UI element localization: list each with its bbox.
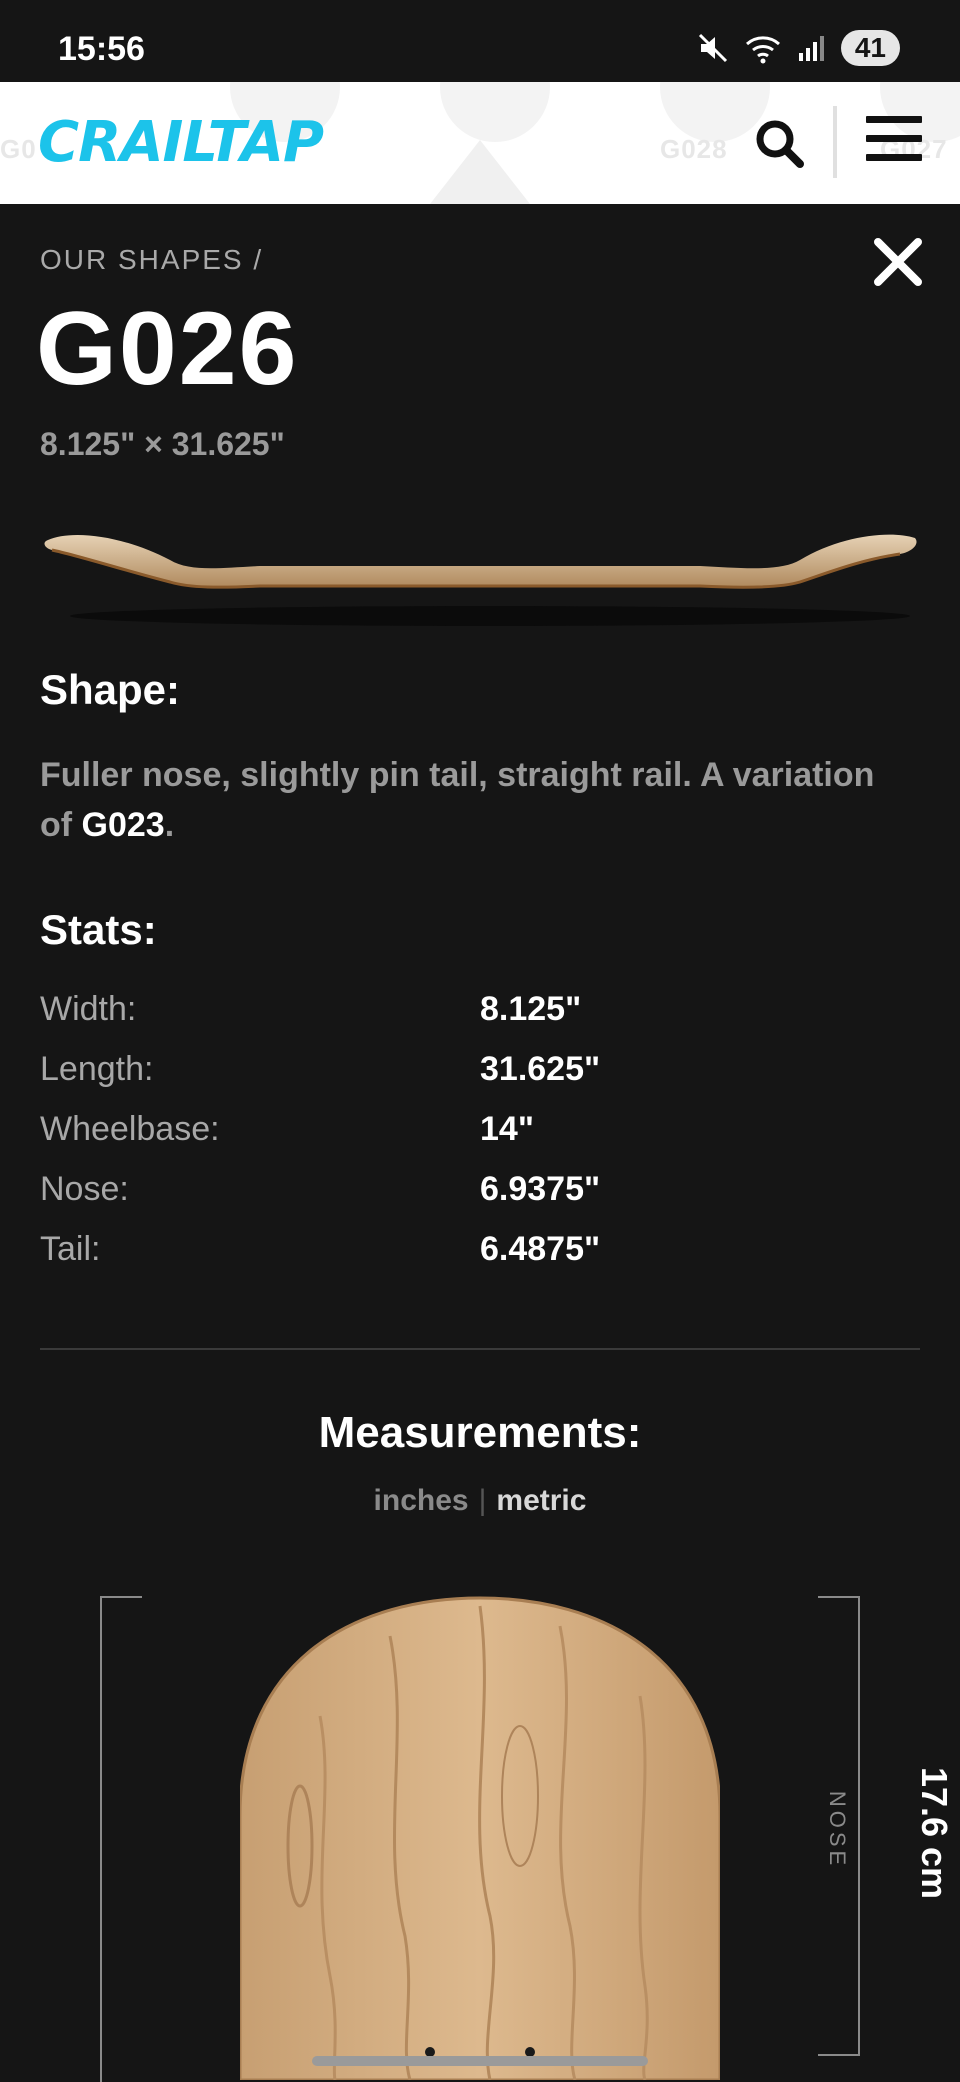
header-pointer [430, 140, 530, 204]
search-button[interactable] [750, 114, 810, 174]
stats-table: Width: 8.125" Length: 31.625" Wheelbase:… [40, 990, 920, 1290]
status-icons: 41 [697, 30, 900, 66]
shape-heading: Shape: [40, 666, 181, 713]
nose-label: NOSE [825, 1790, 850, 1870]
deck-profile-image [44, 534, 917, 626]
deck-dimensions: 8.125" × 31.625" [40, 426, 285, 462]
shape-description: Fuller nose, slightly pin tail, straight… [40, 756, 875, 844]
signal-icon [798, 36, 824, 61]
status-bar: 15:56 41 [0, 0, 960, 82]
stat-row-length: Length: 31.625" [40, 1050, 601, 1088]
deck-top-view-image [240, 1596, 720, 2080]
metric-toggle[interactable]: metric [496, 1484, 586, 1517]
menu-button[interactable] [866, 116, 922, 170]
stat-row-wheelbase: Wheelbase: 14" [40, 1110, 534, 1148]
header-divider [833, 106, 837, 178]
ghost-nav-shape [440, 82, 550, 142]
wifi-icon [745, 36, 780, 64]
nose-measurement-value: 17.6 cm [914, 1766, 955, 1900]
stat-row-width: Width: 8.125" [40, 990, 582, 1028]
stat-row-nose: Nose: 6.9375" [40, 1170, 601, 1208]
home-indicator[interactable] [312, 2056, 648, 2066]
section-divider [40, 1348, 920, 1350]
measurement-bracket-left [100, 1596, 142, 2082]
close-button[interactable] [868, 232, 928, 292]
hamburger-icon [866, 116, 922, 123]
stat-row-tail: Tail: 6.4875" [40, 1230, 601, 1268]
ghost-tab-prev[interactable]: G0 [0, 134, 37, 165]
ghost-tab-g028[interactable]: G028 [660, 134, 728, 165]
battery-indicator: 41 [840, 30, 900, 66]
mute-icon [698, 33, 727, 63]
crailtap-logo[interactable]: CRAILTAP [38, 110, 324, 175]
measurements-heading: Measurements: [318, 1408, 642, 1457]
stats-heading: Stats: [40, 906, 157, 953]
inches-toggle[interactable]: inches [374, 1484, 469, 1517]
unit-toggle: inches | metric [373, 1484, 587, 1517]
close-icon [874, 238, 922, 286]
page-title: G026 [36, 291, 299, 407]
related-shape-link[interactable]: G023 [82, 806, 165, 844]
search-icon [756, 120, 804, 168]
status-time: 15:56 [58, 30, 145, 68]
breadcrumb[interactable]: OUR SHAPES / [40, 244, 263, 276]
